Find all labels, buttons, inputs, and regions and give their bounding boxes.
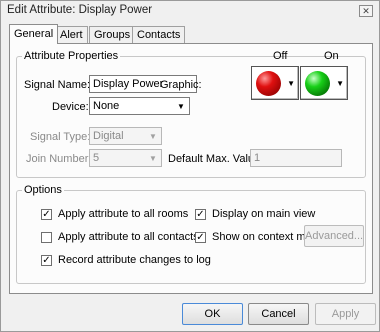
options-legend: Options <box>24 184 62 196</box>
window-title: Edit Attribute: Display Power <box>7 4 153 16</box>
checkbox-empty-icon <box>41 231 52 243</box>
tab-groups[interactable]: Groups <box>89 26 136 44</box>
default-max-value-input[interactable]: 1 <box>250 149 342 167</box>
close-icon: ✕ <box>362 6 370 16</box>
edit-attribute-dialog: Edit Attribute: Display Power ✕ General … <box>0 0 380 332</box>
record-changes-to-log-checkbox[interactable]: ✓ Record attribute changes to log <box>41 254 211 266</box>
chevron-down-icon: ▼ <box>177 102 185 111</box>
checkbox-label: Display on main view <box>212 208 316 220</box>
graphic-on-label: On <box>324 50 339 62</box>
general-tab-panel: Attribute Properties Signal Name: Displa… <box>9 43 373 294</box>
apply-button[interactable]: Apply <box>315 303 376 325</box>
join-number-label: Join Number: <box>26 153 92 165</box>
red-indicator-icon <box>256 71 281 96</box>
tab-general[interactable]: General <box>9 24 59 44</box>
checkmark-icon: ✓ <box>195 208 206 220</box>
tab-alert[interactable]: Alert <box>55 26 88 44</box>
graphic-on-button[interactable]: ▼ <box>300 66 348 100</box>
tab-contacts[interactable]: Contacts <box>132 26 186 44</box>
chevron-down-icon: ▼ <box>287 79 295 88</box>
checkmark-icon: ✓ <box>41 254 52 266</box>
default-max-value-label: Default Max. Value: <box>168 153 264 165</box>
chevron-down-icon: ▼ <box>149 132 157 141</box>
apply-to-all-rooms-checkbox[interactable]: ✓ Apply attribute to all rooms <box>41 208 188 220</box>
ok-button[interactable]: OK <box>182 303 243 325</box>
device-value: None <box>93 100 120 112</box>
chevron-down-icon: ▼ <box>336 79 344 88</box>
join-number-select[interactable]: 5 ▼ <box>89 149 162 167</box>
device-label: Device: <box>52 101 89 113</box>
checkbox-label: Apply attribute to all contacts <box>58 231 199 243</box>
graphic-off-label: Off <box>273 50 288 62</box>
advanced-button[interactable]: Advanced... <box>304 225 364 247</box>
chevron-down-icon: ▼ <box>149 154 157 163</box>
checkmark-icon: ✓ <box>41 208 52 220</box>
checkbox-label: Apply attribute to all rooms <box>58 208 189 220</box>
signal-name-label: Signal Name: <box>24 79 91 91</box>
graphic-off-button[interactable]: ▼ <box>251 66 299 100</box>
join-number-value: 5 <box>93 152 100 164</box>
display-on-main-view-checkbox[interactable]: ✓ Display on main view <box>195 208 315 220</box>
checkmark-icon: ✓ <box>195 231 206 243</box>
signal-type-value: Digital <box>93 130 124 142</box>
attribute-properties-legend: Attribute Properties <box>24 50 119 62</box>
signal-type-select[interactable]: Digital ▼ <box>89 127 162 145</box>
apply-to-all-contacts-checkbox[interactable]: Apply attribute to all contacts <box>41 231 199 243</box>
close-button[interactable]: ✕ <box>359 5 373 17</box>
checkbox-label: Record attribute changes to log <box>58 254 211 266</box>
green-indicator-icon <box>305 71 330 96</box>
graphic-label: Graphic: <box>160 79 202 91</box>
cancel-button[interactable]: Cancel <box>248 303 309 325</box>
title-bar[interactable]: Edit Attribute: Display Power ✕ <box>1 1 379 21</box>
device-select[interactable]: None ▼ <box>89 97 190 115</box>
signal-type-label: Signal Type: <box>30 131 91 143</box>
